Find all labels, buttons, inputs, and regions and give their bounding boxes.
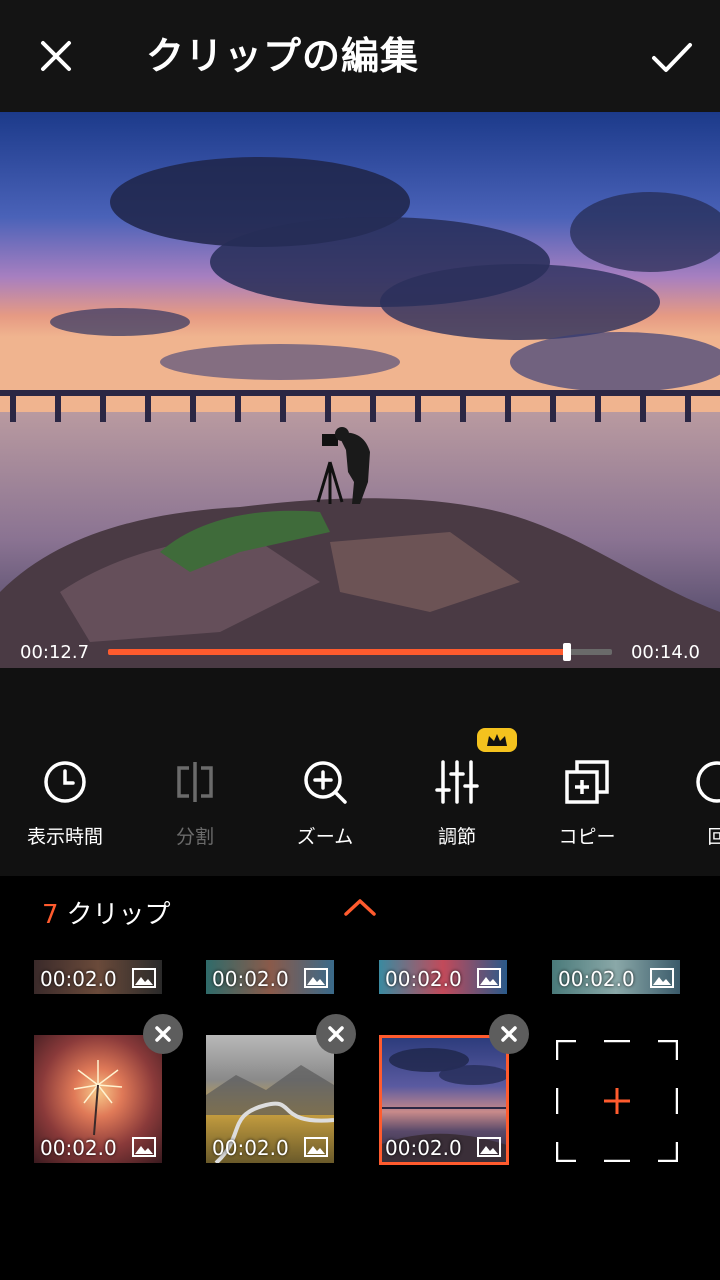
tool-rotate[interactable]: 回 [652, 756, 720, 856]
tool-copy[interactable]: コピー [522, 756, 652, 856]
tool-label: ズーム [296, 826, 354, 848]
close-button[interactable] [30, 30, 82, 82]
delete-clip-button[interactable] [143, 1014, 183, 1054]
clip-duration: 00:02.0 [385, 967, 462, 991]
video-preview[interactable] [0, 112, 720, 668]
total-time: 00:14.0 [630, 642, 700, 663]
tool-label: 回 [707, 826, 720, 848]
tool-duration[interactable]: 表示時間 [0, 756, 130, 856]
add-icon [555, 1039, 679, 1163]
image-icon [132, 968, 156, 988]
chevron-up-icon [344, 899, 376, 916]
selection-border [379, 1035, 509, 1165]
seek-bar-handle[interactable] [562, 643, 571, 661]
add-clip-button[interactable] [555, 1039, 679, 1163]
tool-split[interactable]: 分割 [130, 756, 260, 856]
zoom-icon [304, 761, 347, 804]
clip-thumbnail[interactable]: 00:02.0 [34, 1035, 162, 1163]
rotate-icon [696, 761, 720, 803]
playback-timeline: 00:12.7 00:14.0 [0, 636, 720, 668]
crown-icon [487, 734, 507, 746]
clip-count-label: クリップ [66, 900, 171, 930]
page-title: クリップの編集 [146, 34, 420, 78]
edit-toolbar: 表示時間 分割 ズーム 調節 コピー 回 [0, 668, 720, 876]
image-icon [304, 1137, 328, 1157]
tool-zoom[interactable]: ズーム [260, 756, 390, 856]
close-icon [155, 1026, 171, 1042]
clip-duration: 00:02.0 [558, 967, 635, 991]
split-icon [177, 762, 213, 802]
current-time: 00:12.7 [20, 642, 90, 663]
copy-icon [565, 760, 609, 804]
clip-duration: 00:02.0 [212, 1136, 289, 1160]
clock-icon [44, 761, 86, 803]
clip-thumbnail[interactable]: 00:02.0 [552, 960, 680, 994]
clip-count-number: 7 [42, 900, 59, 930]
clip-thumbnail[interactable]: 00:02.0 [206, 1035, 334, 1163]
clip-thumbnail[interactable]: 00:02.0 [206, 960, 334, 994]
premium-badge [477, 728, 517, 752]
preview-image [0, 112, 720, 668]
clip-thumbnail[interactable]: 00:02.0 [34, 960, 162, 994]
clip-duration: 00:02.0 [212, 967, 289, 991]
image-icon [132, 1137, 156, 1157]
tool-adjust[interactable]: 調節 [392, 756, 522, 856]
image-icon [650, 968, 674, 988]
image-icon [304, 968, 328, 988]
confirm-button[interactable] [644, 30, 700, 86]
close-icon [328, 1026, 344, 1042]
tool-label: 表示時間 [26, 826, 103, 848]
tool-label: コピー [558, 826, 616, 848]
clip-count: 7 クリップ [42, 898, 171, 932]
check-icon [652, 43, 692, 72]
top-bar: クリップの編集 [0, 0, 720, 112]
tool-label: 分割 [175, 826, 214, 848]
seek-bar[interactable] [108, 643, 612, 661]
clip-duration: 00:02.0 [40, 967, 117, 991]
delete-clip-button[interactable] [316, 1014, 356, 1054]
clip-thumbnail[interactable]: 00:02.0 [379, 960, 507, 994]
clip-duration: 00:02.0 [40, 1136, 117, 1160]
close-icon [41, 41, 71, 71]
close-icon [501, 1026, 517, 1042]
collapse-button[interactable] [340, 892, 380, 922]
image-icon [477, 968, 501, 988]
sliders-icon [435, 760, 479, 804]
seek-bar-progress [108, 649, 567, 655]
delete-clip-button[interactable] [489, 1014, 529, 1054]
tool-label: 調節 [437, 826, 476, 848]
